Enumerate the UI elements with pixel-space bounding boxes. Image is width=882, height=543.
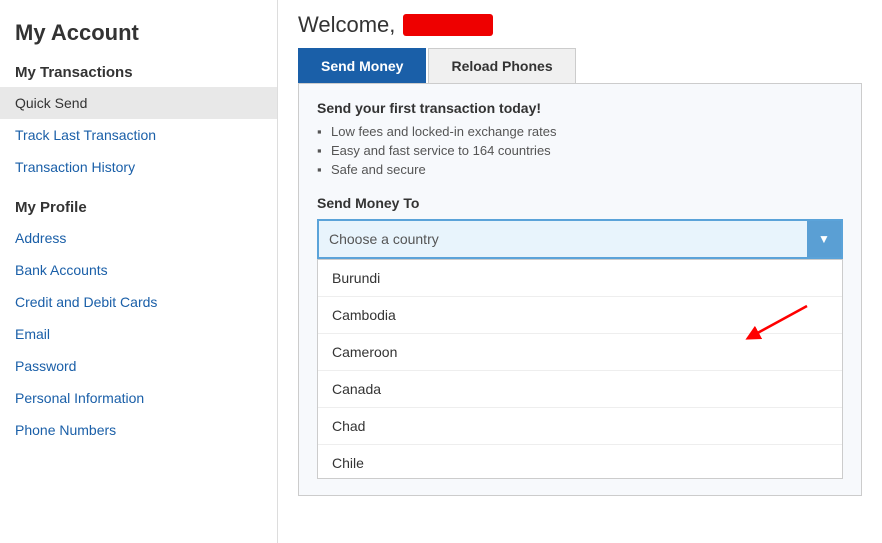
dropdown-arrow-button[interactable]: ▼ [807, 221, 841, 257]
username-redacted [403, 14, 493, 36]
country-dropdown-trigger[interactable]: Choose a country ▼ [317, 219, 843, 259]
country-item-burundi[interactable]: Burundi [318, 260, 842, 297]
bank-accounts-link[interactable]: Bank Accounts [0, 254, 277, 286]
promo-title: Send your first transaction today! [317, 100, 843, 116]
promo-item-1: Low fees and locked-in exchange rates [317, 124, 843, 139]
transactions-section-title: My Transactions [0, 54, 277, 87]
transaction-history-link[interactable]: Transaction History [0, 151, 277, 183]
tab-send-money[interactable]: Send Money [298, 48, 426, 83]
country-item-cambodia[interactable]: Cambodia [318, 297, 842, 334]
arrow-container: Cameroon [318, 334, 842, 371]
tab-bar: Send Money Reload Phones [298, 48, 862, 83]
email-link[interactable]: Email [0, 318, 277, 350]
promo-item-3: Safe and secure [317, 162, 843, 177]
profile-section-title: My Profile [0, 189, 277, 222]
welcome-header: Welcome, [298, 12, 862, 38]
main-content: Welcome, Send Money Reload Phones Send y… [278, 0, 882, 543]
phone-numbers-link[interactable]: Phone Numbers [0, 414, 277, 446]
promo-list: Low fees and locked-in exchange rates Ea… [317, 124, 843, 177]
country-item-chile[interactable]: Chile [318, 445, 842, 479]
welcome-text: Welcome, [298, 12, 395, 38]
promo-item-2: Easy and fast service to 164 countries [317, 143, 843, 158]
personal-info-link[interactable]: Personal Information [0, 382, 277, 414]
quick-send-item[interactable]: Quick Send [0, 87, 277, 119]
tab-content: Send your first transaction today! Low f… [298, 83, 862, 496]
sidebar: My Account My Transactions Quick Send Tr… [0, 0, 278, 543]
tab-reload-phones[interactable]: Reload Phones [428, 48, 575, 83]
country-list[interactable]: Burundi Cambodia Cameroon Canada Chad [317, 259, 843, 479]
send-money-to-label: Send Money To [317, 195, 843, 211]
track-last-transaction-link[interactable]: Track Last Transaction [0, 119, 277, 151]
country-item-chad[interactable]: Chad [318, 408, 842, 445]
sidebar-title: My Account [0, 10, 277, 54]
dropdown-chevron-icon: ▼ [818, 232, 830, 246]
dropdown-placeholder-text: Choose a country [319, 223, 807, 255]
password-link[interactable]: Password [0, 350, 277, 382]
country-item-canada[interactable]: Canada [318, 371, 842, 408]
country-dropdown-wrapper: Choose a country ▼ Burundi Cambodia Came… [317, 219, 843, 479]
credit-debit-link[interactable]: Credit and Debit Cards [0, 286, 277, 318]
address-link[interactable]: Address [0, 222, 277, 254]
country-item-cameroon[interactable]: Cameroon [318, 334, 842, 371]
